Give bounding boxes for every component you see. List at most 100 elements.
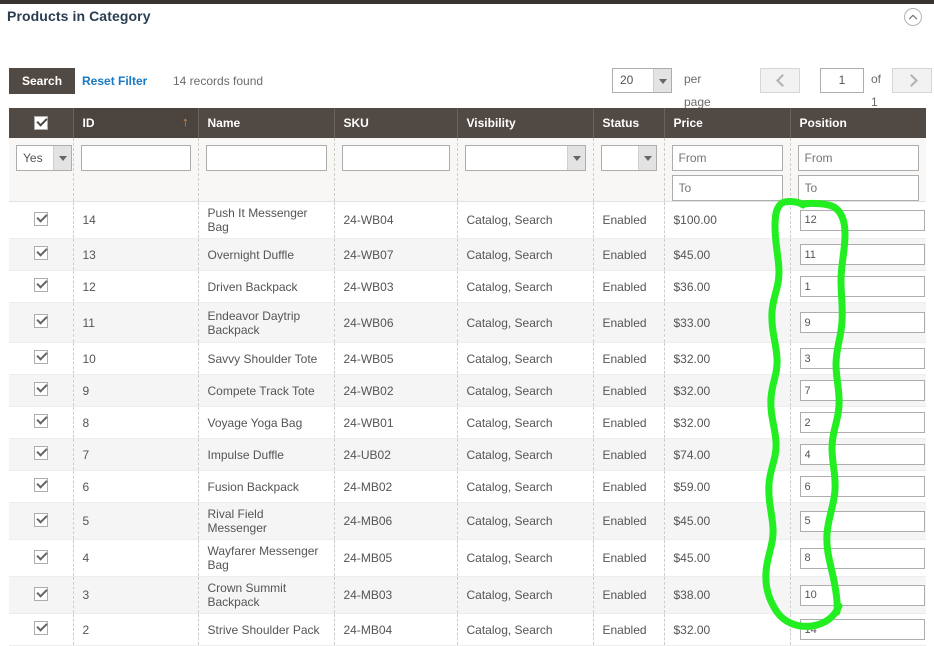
page-number-input[interactable]: 1 (820, 68, 864, 93)
row-cell-sku-text: 24-MB04 (343, 622, 393, 637)
row-select-cell[interactable] (9, 302, 74, 343)
filter-position-from-input[interactable] (797, 145, 919, 171)
row-select-cell[interactable] (9, 613, 74, 646)
row-cell-position (790, 438, 926, 471)
row-cell-sku-text: 24-WB04 (343, 213, 394, 227)
filter-position-to-input[interactable] (797, 175, 919, 201)
filter-visibility-select[interactable] (464, 145, 586, 171)
checkbox-checked-icon[interactable] (33, 314, 48, 328)
row-select-cell[interactable] (9, 438, 74, 471)
column-header-status[interactable]: Status (593, 108, 665, 138)
row-cell-id: 10 (73, 342, 199, 375)
per-page-select[interactable]: 20 (612, 68, 672, 93)
row-cell-status-text: Enabled (602, 588, 647, 602)
row-select-cell[interactable] (9, 342, 74, 375)
table-row[interactable]: 6 Fusion Backpack 24-MB02 Catalog, Search En… (9, 470, 926, 503)
row-cell-status: Enabled (593, 270, 665, 303)
row-cell-status-text: Enabled (602, 514, 647, 528)
column-header-name[interactable]: Name (198, 108, 335, 138)
checkbox-checked-icon[interactable] (33, 446, 48, 460)
filter-sku-input[interactable] (341, 145, 450, 171)
position-input[interactable] (799, 244, 925, 265)
position-input[interactable] (799, 209, 925, 231)
column-header-visibility[interactable]: Visibility (457, 108, 594, 138)
table-row[interactable]: 4 Wayfarer Messenger Bag 24-MB05 Catalog, S… (9, 539, 926, 577)
column-header-select-all[interactable] (9, 108, 74, 138)
row-select-cell[interactable] (9, 470, 74, 503)
table-row[interactable]: 7 Impulse Duffle 24-UB02 Catalog, Search Ena… (9, 438, 926, 471)
checkbox-checked-icon[interactable] (33, 549, 48, 564)
column-header-visibility-label: Visibility (466, 116, 516, 130)
row-cell-visibility: Catalog, Search (457, 406, 594, 439)
table-row[interactable]: 5 Rival Field Messenger 24-MB06 Catalog, Se… (9, 502, 926, 540)
row-cell-status-text: Enabled (602, 247, 647, 262)
checkbox-checked-icon[interactable] (33, 586, 48, 601)
position-input[interactable] (799, 412, 925, 433)
filter-price-to-input[interactable] (671, 175, 783, 201)
table-row[interactable]: 11 Endeavor Daytrip Backpack 24-WB06 Catalo… (9, 302, 926, 343)
position-input[interactable] (799, 444, 925, 465)
position-input[interactable] (799, 476, 925, 497)
table-row[interactable]: 3 Crown Summit Backpack 24-MB03 Catalog, Se… (9, 576, 926, 614)
checkbox-checked-icon[interactable] (33, 211, 48, 226)
row-cell-price-text: $32.00 (673, 383, 711, 398)
row-select-cell[interactable] (9, 406, 74, 439)
column-header-position[interactable]: Position (790, 108, 926, 138)
position-input[interactable] (799, 380, 925, 401)
next-page-button[interactable] (892, 68, 932, 93)
row-cell-sku-text: 24-WB05 (343, 351, 394, 366)
table-row[interactable]: 8 Voyage Yoga Bag 24-WB01 Catalog, Search En… (9, 406, 926, 439)
column-header-price[interactable]: Price (664, 108, 791, 138)
row-cell-visibility-text: Catalog, Search (466, 279, 553, 294)
chevron-up-circle-icon[interactable] (904, 8, 922, 26)
row-cell-price-text: $100.00 (673, 213, 717, 227)
checkbox-checked-icon[interactable] (33, 478, 48, 492)
row-select-cell[interactable] (9, 238, 74, 271)
checkbox-checked-icon[interactable] (33, 512, 48, 527)
filter-select-all-select[interactable]: Yes (16, 145, 72, 171)
checkbox-checked-icon[interactable] (33, 246, 48, 260)
table-row[interactable]: 10 Savvy Shoulder Tote 24-WB05 Catalog, Sea… (9, 342, 926, 375)
position-input[interactable] (799, 348, 925, 369)
filter-price-from-input[interactable] (671, 145, 783, 171)
filter-visibility-value (466, 146, 567, 170)
reset-filter-link[interactable]: Reset Filter (82, 68, 147, 94)
row-cell-position (790, 613, 926, 646)
position-input[interactable] (799, 312, 925, 333)
search-button[interactable]: Search (9, 68, 76, 94)
filter-name-input[interactable] (205, 145, 327, 171)
table-row[interactable]: 12 Driven Backpack 24-WB03 Catalog, Search E… (9, 270, 926, 303)
checkbox-checked-icon[interactable] (33, 382, 48, 396)
table-row[interactable]: 14 Push It Messenger Bag 24-WB04 Catalog, S… (9, 201, 926, 239)
checkbox-checked-icon[interactable] (33, 414, 48, 428)
checkbox-checked-icon[interactable] (33, 621, 48, 635)
row-cell-name: Rival Field Messenger (198, 502, 335, 540)
position-input[interactable] (799, 619, 925, 640)
row-cell-visibility: Catalog, Search (457, 270, 594, 303)
position-input[interactable] (799, 510, 925, 532)
table-row[interactable]: 2 Strive Shoulder Pack 24-MB04 Catalog, Sea… (9, 613, 926, 646)
column-header-sku[interactable]: SKU (334, 108, 458, 138)
checkbox-checked-icon[interactable] (33, 278, 48, 292)
position-input[interactable] (799, 276, 925, 297)
table-row[interactable]: 9 Compete Track Tote 24-WB02 Catalog, Searc… (9, 374, 926, 407)
row-cell-sku: 24-WB06 (334, 302, 458, 343)
row-select-cell[interactable] (9, 576, 74, 614)
row-select-cell[interactable] (9, 270, 74, 303)
filter-status-select[interactable] (600, 145, 657, 171)
row-cell-visibility-text: Catalog, Search (466, 479, 553, 494)
checkbox-checked-icon[interactable] (33, 116, 48, 131)
row-select-cell[interactable] (9, 374, 74, 407)
position-input[interactable] (799, 547, 925, 569)
table-row[interactable]: 13 Overnight Duffle 24-WB07 Catalog, Search… (9, 238, 926, 271)
row-select-cell[interactable] (9, 502, 74, 540)
row-select-cell[interactable] (9, 539, 74, 577)
column-header-id[interactable]: ID ↑ (73, 108, 199, 138)
row-cell-visibility-text: Catalog, Search (466, 415, 553, 430)
filter-id-input[interactable] (80, 145, 191, 171)
previous-page-button[interactable] (760, 68, 800, 93)
row-cell-status-text: Enabled (602, 622, 647, 637)
row-select-cell[interactable] (9, 201, 74, 239)
checkbox-checked-icon[interactable] (33, 350, 48, 364)
position-input[interactable] (799, 584, 925, 606)
